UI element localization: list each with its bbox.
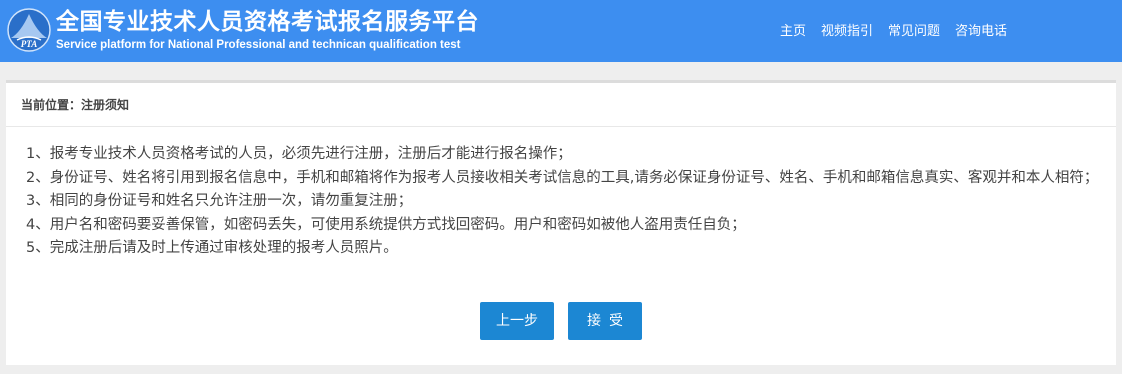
pta-logo-icon: PTA <box>7 8 51 52</box>
nav-faq[interactable]: 常见问题 <box>888 20 940 39</box>
nav-home[interactable]: 主页 <box>780 20 806 39</box>
notice-item: 2、身份证号、姓名将引用到报名信息中，手机和邮箱将作为报考人员接收相关考试信息的… <box>26 169 1099 186</box>
previous-step-button[interactable]: 上一步 <box>480 302 554 340</box>
site-subtitle: Service platform for National Profession… <box>56 39 461 51</box>
registration-notice-panel: 当前位置：注册须知 1、报考专业技术人员资格考试的人员，必须先进行注册，注册后才… <box>6 83 1116 365</box>
notice-item: 4、用户名和密码要妥善保管，如密码丢失，可使用系统提供方式找回密码。用户和密码如… <box>26 216 746 233</box>
logo-text: PTA <box>21 39 38 49</box>
notice-item: 1、报考专业技术人员资格考试的人员，必须先进行注册，注册后才能进行报名操作； <box>26 146 572 162</box>
breadcrumb: 当前位置：注册须知 <box>6 83 1116 127</box>
site-title: 全国专业技术人员资格考试报名服务平台 <box>56 9 479 35</box>
accept-button[interactable]: 接受 <box>568 302 642 340</box>
notice-list: 1、报考专业技术人员资格考试的人员，必须先进行注册，注册后才能进行报名操作； 2… <box>26 143 1106 261</box>
notice-item: 5、完成注册后请及时上传通过审核处理的报考人员照片。 <box>26 240 398 256</box>
site-header: PTA 全国专业技术人员资格考试报名服务平台 Service platform … <box>0 0 1122 62</box>
nav-contact-phone[interactable]: 咨询电话 <box>955 20 1007 39</box>
main-nav: 主页 视频指引 常见问题 咨询电话 <box>780 20 1007 39</box>
notice-item: 3、相同的身份证号和姓名只允许注册一次，请勿重复注册； <box>26 193 413 209</box>
nav-video-guide[interactable]: 视频指引 <box>821 20 873 39</box>
action-buttons: 上一步 接受 <box>480 302 642 340</box>
